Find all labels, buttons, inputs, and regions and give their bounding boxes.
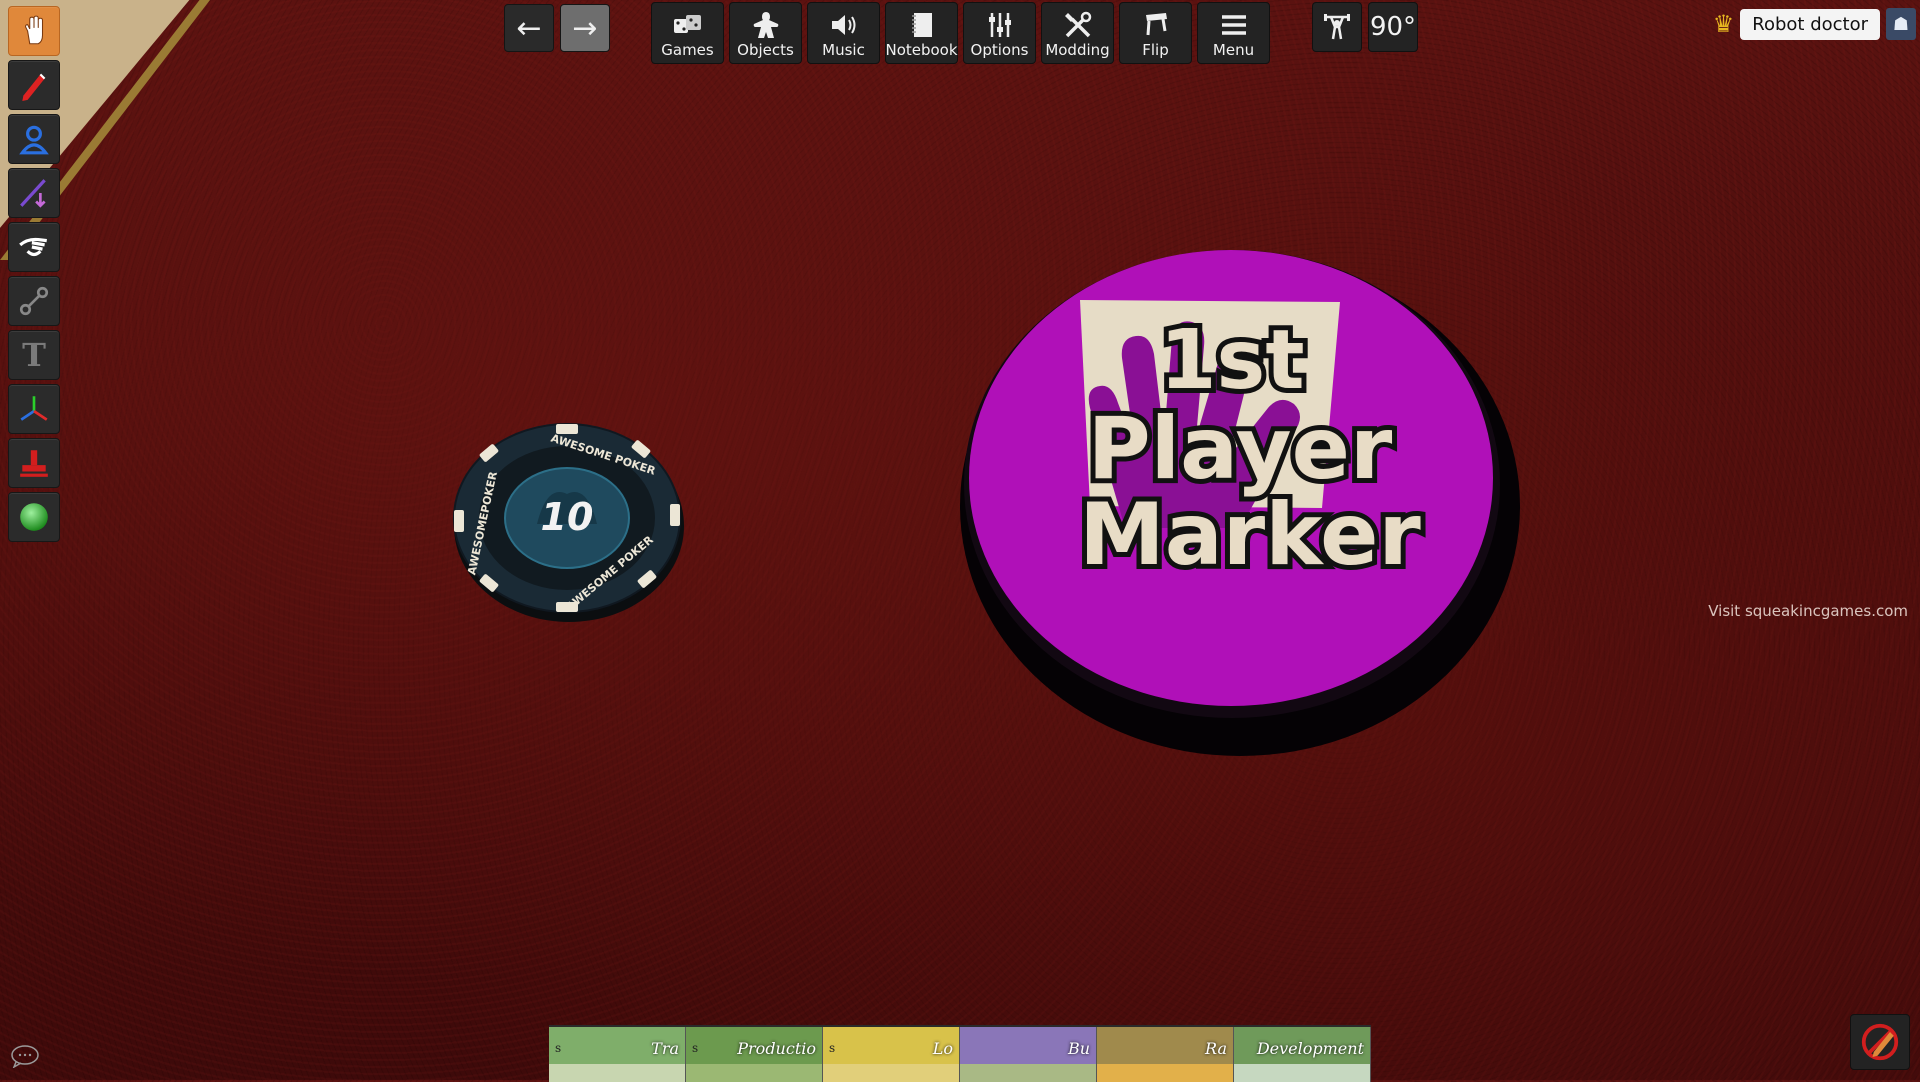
music-label: Music [822,41,865,59]
hand-card[interactable]: Development [1234,1027,1371,1082]
notebook-icon [911,13,932,37]
text-tool-button[interactable]: T [8,330,60,380]
card-symbol: s [829,1041,836,1055]
card-title: Productio [737,1039,816,1058]
grab-tool-button[interactable] [8,6,60,56]
card-title: Development [1256,1039,1364,1058]
card-title: Lo [932,1039,953,1058]
tools-icon [1064,11,1091,38]
color-ball-icon [20,503,48,531]
joint-tool-icon [19,286,49,316]
gizmo-tool-button[interactable] [8,114,60,164]
hand-card[interactable]: Bu [960,1027,1097,1082]
marker-text-line1: 1st [1159,313,1304,408]
modding-button[interactable]: Modding [1041,2,1114,64]
flip-table-icon [1145,13,1167,36]
pen-tool-button[interactable] [8,60,60,110]
marker-text-line3: Marker [1079,485,1421,585]
arrow-left-icon: ← [516,10,542,46]
dice-icon [673,15,701,33]
player-badge: ♛ Robot doctor ☗ [1713,8,1916,40]
joint-tool-button[interactable] [8,276,60,326]
robot-avatar-icon[interactable]: ☗ [1886,8,1916,40]
crown-icon: ♛ [1712,10,1735,38]
pen-tool-icon [22,73,46,101]
snap-tool-button[interactable] [8,438,60,488]
physics-button[interactable] [1312,2,1362,52]
left-toolbar: T [8,6,64,546]
undo-redo-group: ← → [504,4,610,52]
card-art [960,1064,1096,1082]
axis-tool-button[interactable] [8,384,60,434]
rotation-value: 90° [1369,12,1417,42]
weightlifter-icon [1324,14,1350,40]
arrow-right-icon: → [572,10,598,46]
poker-chip[interactable]: 10 AWESOME POKER AWESOMEPOKER AWESOME PO… [452,414,686,624]
speaker-icon [831,15,855,35]
snap-tool-icon [20,450,48,477]
modding-label: Modding [1045,41,1110,59]
chip-value: 10 [541,495,594,539]
options-button[interactable]: Options [963,2,1036,64]
player-hand: s Tra s Productio s Lo Bu Ra Development [549,1025,1371,1082]
hamburger-icon [1221,15,1246,35]
card-symbol: s [692,1041,699,1055]
sliders-icon [988,13,1011,37]
rotation-button[interactable]: 90° [1368,2,1418,52]
player-name[interactable]: Robot doctor [1740,8,1880,40]
no-draw-icon [1861,1023,1899,1061]
marker-text-line2: Player [1088,399,1393,499]
line-tool-button[interactable] [8,168,60,218]
card-title: Bu [1067,1039,1090,1058]
axis-tool-icon [20,396,48,421]
physics-group: 90° [1312,2,1418,52]
card-art [1234,1064,1370,1082]
meeple-icon [753,12,778,38]
card-art [823,1064,959,1082]
flip-button[interactable]: Flip [1119,2,1192,64]
card-art [549,1064,685,1082]
flip-label: Flip [1142,41,1169,59]
chat-bubble-icon[interactable] [10,1044,40,1068]
first-player-marker[interactable]: 1st Player Marker [950,238,1520,758]
flick-tool-button[interactable] [8,222,60,272]
hand-card[interactable]: s Lo [823,1027,960,1082]
objects-label: Objects [737,41,794,59]
objects-button[interactable]: Objects [729,2,802,64]
top-toolbar: Games Objects Music Notebook Options Mod… [651,2,1270,64]
options-label: Options [970,41,1029,59]
card-art [686,1064,822,1082]
hide-drawings-button[interactable] [1850,1014,1910,1070]
hand-card[interactable]: s Productio [686,1027,823,1082]
back-button[interactable]: ← [504,4,554,52]
menu-label: Menu [1212,41,1255,59]
text-tool-icon: T [22,336,46,374]
forward-button[interactable]: → [560,4,610,52]
grab-tool-icon [24,15,44,45]
line-tool-icon [20,179,46,208]
music-button[interactable]: Music [807,2,880,64]
flick-tool-icon [19,237,47,257]
color-ball-button[interactable] [8,492,60,542]
hand-card[interactable]: s Tra [549,1027,686,1082]
gizmo-tool-icon [19,125,49,155]
menu-button[interactable]: Menu [1197,2,1270,64]
games-button[interactable]: Games [651,2,724,64]
card-symbol: s [555,1041,562,1055]
notebook-button[interactable]: Notebook [885,2,958,64]
card-title: Ra [1205,1039,1227,1058]
notebook-label: Notebook [885,41,958,59]
games-label: Games [661,41,714,59]
watermark-text: Visit squeakincgames.com [1708,602,1908,620]
card-title: Tra [651,1039,679,1058]
card-art [1097,1064,1233,1082]
hand-card[interactable]: Ra [1097,1027,1234,1082]
